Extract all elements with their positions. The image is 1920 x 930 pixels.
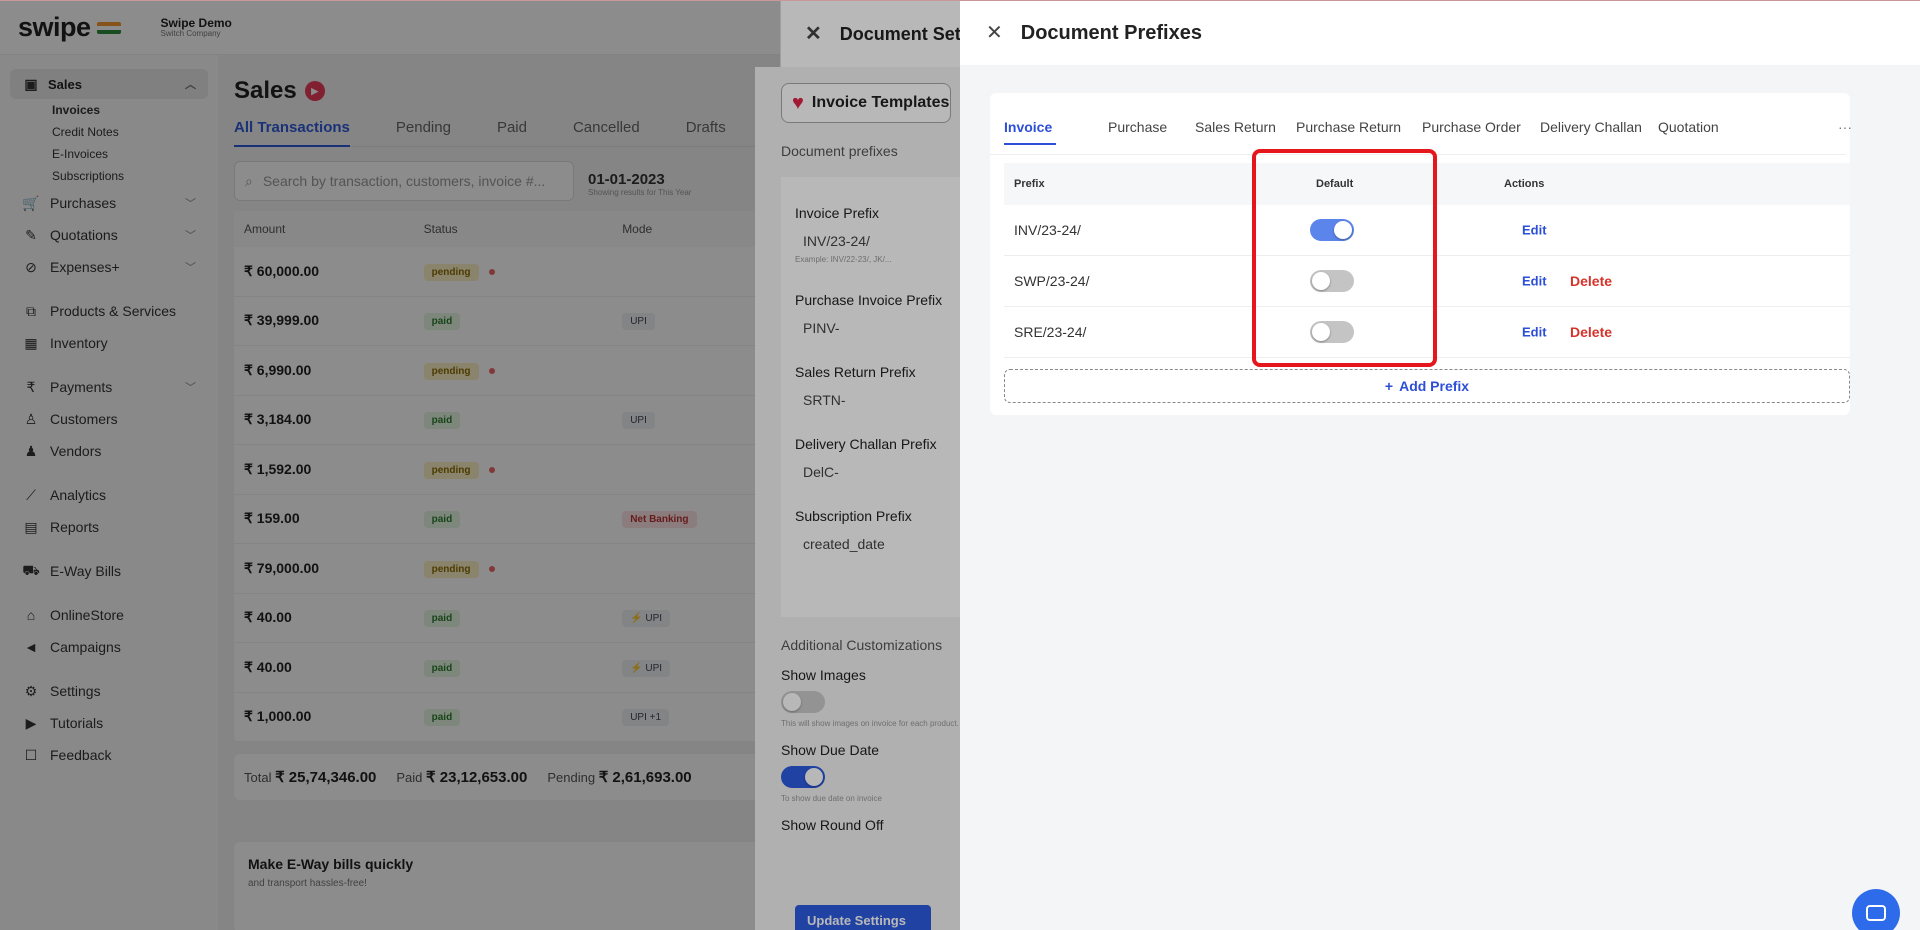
field-spacer xyxy=(795,336,960,350)
heart-icon: ♥ xyxy=(792,91,804,114)
edit-button[interactable]: Edit xyxy=(1522,223,1547,238)
edit-button[interactable]: Edit xyxy=(1522,274,1547,289)
close-icon[interactable]: ✕ xyxy=(986,23,1003,43)
show-images-toggle[interactable] xyxy=(781,691,825,713)
default-toggle[interactable] xyxy=(1310,321,1354,343)
default-toggle[interactable] xyxy=(1310,219,1354,241)
active-tab-underline xyxy=(1004,143,1056,145)
tab-quotation[interactable]: Quotation xyxy=(1658,119,1719,135)
doc-settings-header: ✕ Document Settings xyxy=(781,1,960,67)
show-images-label: Show Images xyxy=(781,667,866,683)
delete-button[interactable]: Delete xyxy=(1570,324,1612,340)
default-toggle[interactable] xyxy=(1310,270,1354,292)
prefix-card: Invoice Purchase Sales Return Purchase Retu… xyxy=(990,93,1852,415)
field-value[interactable]: SRTN- xyxy=(795,392,960,408)
show-round-off-label: Show Round Off xyxy=(781,817,884,833)
col-actions: Actions xyxy=(1504,178,1545,190)
prefix-value: SRE/23-24/ xyxy=(1014,324,1087,340)
col-default: Default xyxy=(1316,178,1354,190)
field-spacer xyxy=(795,264,960,278)
prefix-value: INV/23-24/ xyxy=(1014,222,1081,238)
invoice-templates-label: Invoice Templates xyxy=(811,94,950,111)
field-label: Subscription Prefix xyxy=(795,508,912,524)
tab-invoice[interactable]: Invoice xyxy=(1004,119,1052,135)
field-label: Invoice Prefix xyxy=(795,205,880,221)
field-label: Purchase Invoice Prefix xyxy=(795,292,943,308)
field-label: Delivery Challan Prefix xyxy=(795,436,937,452)
col-prefix: Prefix xyxy=(1014,178,1045,190)
add-prefix-label: Add Prefix xyxy=(1399,378,1470,394)
show-due-date-toggle[interactable] xyxy=(781,766,825,788)
plus-icon: + xyxy=(1384,378,1394,394)
field-spacer xyxy=(795,480,960,494)
tab-delivery-challan[interactable]: Delivery Challan xyxy=(1540,119,1642,135)
edit-button[interactable]: Edit xyxy=(1522,325,1547,340)
field-value[interactable]: INV/23-24/ xyxy=(795,233,960,249)
prefix-row: SRE/23-24/Edit Delete xyxy=(1004,307,1850,358)
field-hint: Example: INV/22-23/, JK/... xyxy=(795,255,892,264)
prefix-tabs: Invoice Purchase Sales Return Purchase Retu… xyxy=(990,93,1846,155)
prefix-panel-title: Document Prefixes xyxy=(1020,21,1202,44)
doc-prefix-fields: Invoice Prefix INV/23-24/Example: INV/22-… xyxy=(781,177,960,617)
show-due-date-label: Show Due Date xyxy=(781,742,880,758)
support-chat-button[interactable] xyxy=(1852,889,1900,930)
document-settings-drawer: ✕ Document Settings ♥ Invoice Templates D… xyxy=(755,1,960,930)
doc-settings-title: Document Settings xyxy=(839,23,960,44)
prefix-row: SWP/23-24/Edit Delete xyxy=(1004,256,1850,307)
tab-purchase[interactable]: Purchase xyxy=(1108,119,1167,135)
prefix-row: INV/23-24/Edit xyxy=(1004,205,1850,256)
field-spacer xyxy=(795,408,960,422)
tab-sales-return[interactable]: Sales Return xyxy=(1195,119,1276,135)
doc-prefixes-heading: Document prefixes xyxy=(781,143,898,159)
show-due-date-hint: To show due date on invoice xyxy=(781,794,882,803)
tab-purchase-return[interactable]: Purchase Return xyxy=(1296,119,1401,135)
more-tabs-icon[interactable]: ··· xyxy=(1838,119,1852,135)
field-value[interactable]: DelC- xyxy=(795,464,960,480)
prefix-value: SWP/23-24/ xyxy=(1014,273,1090,289)
field-value[interactable]: PINV- xyxy=(795,320,960,336)
delete-button[interactable]: Delete xyxy=(1570,273,1612,289)
close-icon[interactable]: ✕ xyxy=(805,24,822,44)
field-label: Sales Return Prefix xyxy=(795,364,916,380)
add-prefix-button[interactable]: + Add Prefix xyxy=(1004,369,1850,403)
invoice-templates-button[interactable]: ♥ Invoice Templates xyxy=(781,83,951,123)
update-settings-button[interactable]: Update Settings xyxy=(795,905,931,930)
prefix-table-header: Prefix Default Actions xyxy=(1004,163,1850,205)
tab-purchase-order[interactable]: Purchase Order xyxy=(1422,119,1521,135)
field-spacer xyxy=(795,552,960,566)
additional-customizations-heading: Additional Customizations xyxy=(781,637,943,653)
show-images-hint: This will show images on invoice for eac… xyxy=(781,719,960,728)
chat-icon xyxy=(1866,905,1886,921)
prefix-panel-header: ✕ Document Prefixes xyxy=(960,1,1920,65)
doc-settings-body: ♥ Invoice Templates Document prefixes Inv… xyxy=(755,67,960,930)
document-prefixes-panel: ✕ Document Prefixes Invoice Purchase Sales… xyxy=(960,1,1920,930)
app-root: swipe Swipe Demo Switch Company ▣ Sales … xyxy=(0,1,1920,930)
field-value[interactable]: created_date xyxy=(795,536,960,552)
